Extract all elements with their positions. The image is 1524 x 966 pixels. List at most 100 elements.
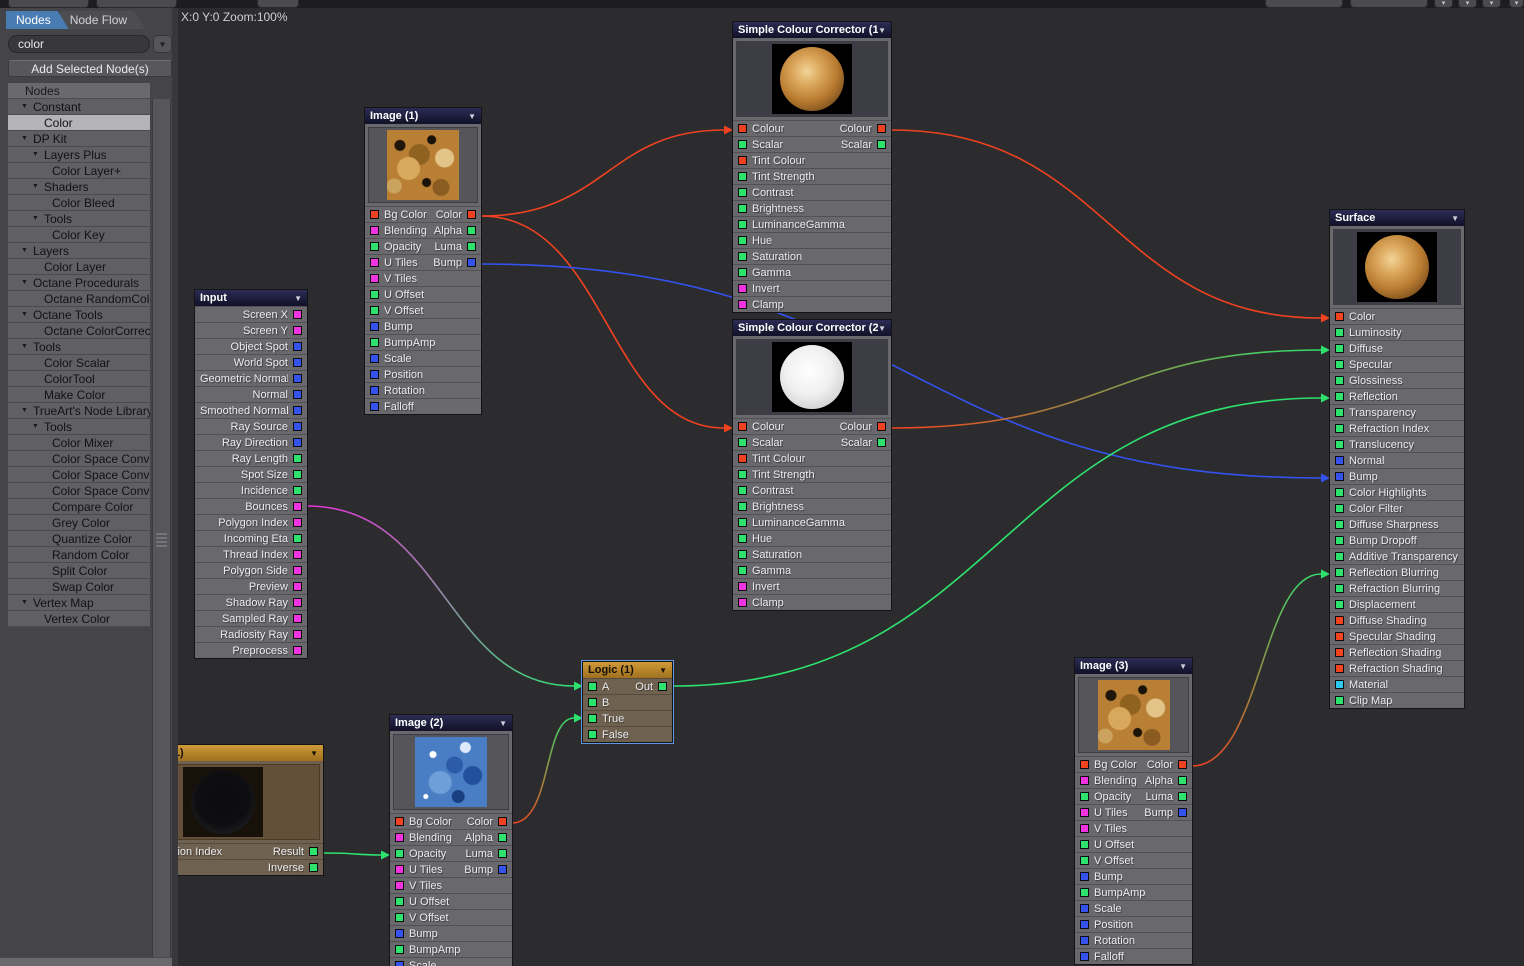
input-port-colour[interactable]: Colour: [738, 421, 784, 433]
sidebar-item-compare-color[interactable]: Compare Color: [8, 499, 150, 515]
output-port-bump[interactable]: Bump: [1144, 807, 1187, 819]
node-menu-arrow-icon[interactable]: ▼: [1179, 662, 1187, 671]
output-port-icon[interactable]: [293, 310, 302, 319]
node-title-bar[interactable]: Image (2)▼: [390, 715, 512, 731]
output-port-icon[interactable]: [498, 833, 507, 842]
input-port-icon[interactable]: [395, 913, 404, 922]
output-port-icon[interactable]: [1178, 792, 1187, 801]
output-port-icon[interactable]: [1178, 776, 1187, 785]
output-port-preprocess[interactable]: Preprocess: [232, 645, 302, 657]
input-port-gamma[interactable]: Gamma: [738, 267, 791, 279]
tab-nodes[interactable]: Nodes: [6, 11, 69, 29]
output-port-icon[interactable]: [293, 550, 302, 559]
input-port-icon[interactable]: [1080, 888, 1089, 897]
sidebar-item-dp-kit[interactable]: ▼DP Kit: [8, 131, 150, 147]
output-port-icon[interactable]: [467, 226, 476, 235]
input-port-b[interactable]: B: [588, 697, 609, 709]
input-port-icon[interactable]: [738, 220, 747, 229]
input-port-icon[interactable]: [588, 730, 597, 739]
input-port-scalar[interactable]: Scalar: [738, 437, 783, 449]
sidebar-item-vertex-map[interactable]: ▼Vertex Map: [8, 595, 150, 611]
node-title-bar[interactable]: Image (1)▼: [365, 108, 481, 124]
input-port-icon[interactable]: [370, 322, 379, 331]
input-port-v-offset[interactable]: V Offset: [370, 305, 424, 317]
output-port-screen-x[interactable]: Screen X: [243, 309, 302, 321]
output-port-icon[interactable]: [467, 258, 476, 267]
output-port-alpha[interactable]: Alpha: [434, 225, 476, 237]
input-port-u-offset[interactable]: U Offset: [395, 896, 449, 908]
input-port-icon[interactable]: [1335, 488, 1344, 497]
output-port-smoothed-normal[interactable]: Smoothed Normal: [200, 405, 302, 417]
input-port-v-tiles[interactable]: V Tiles: [395, 880, 442, 892]
output-port-incoming-eta[interactable]: Incoming Eta: [224, 533, 302, 545]
sidebar-item-layers[interactable]: ▼Layers: [8, 243, 150, 259]
node-input[interactable]: Input▼Screen XScreen YObject SpotWorld S…: [195, 290, 307, 658]
output-port-ray-length[interactable]: Ray Length: [232, 453, 302, 465]
toolbar-button-stub[interactable]: [8, 0, 89, 8]
output-port-spot-size[interactable]: Spot Size: [241, 469, 302, 481]
input-port-icon[interactable]: [1335, 568, 1344, 577]
output-port-icon[interactable]: [293, 454, 302, 463]
input-port-icon[interactable]: [738, 454, 747, 463]
node-image-2[interactable]: Image (2)▼Bg ColorColorBlendingAlphaOpac…: [390, 715, 512, 966]
input-port-icon[interactable]: [738, 156, 747, 165]
output-port-shadow-ray[interactable]: Shadow Ray: [226, 597, 302, 609]
node-graph-canvas[interactable]: X:0 Y:0 Zoom:100% Input▼Screen XScreen Y…: [178, 8, 1524, 966]
output-port-ray-direction[interactable]: Ray Direction: [222, 437, 302, 449]
output-port-ray-source[interactable]: Ray Source: [231, 421, 302, 433]
output-port-inverse[interactable]: Inverse: [268, 862, 318, 874]
sidebar-vertical-scrollbar[interactable]: [152, 99, 171, 959]
input-port-icon[interactable]: [1080, 776, 1089, 785]
input-port-v-tiles[interactable]: V Tiles: [1080, 823, 1127, 835]
input-port-icon[interactable]: [370, 354, 379, 363]
input-port-rotation[interactable]: Rotation: [1080, 935, 1135, 947]
output-port-color[interactable]: Color: [1147, 759, 1187, 771]
input-port-scale[interactable]: Scale: [1080, 903, 1122, 915]
input-port-bump[interactable]: Bump: [1335, 471, 1378, 483]
node-title-bar[interactable]: Image (3)▼: [1075, 658, 1192, 674]
output-port-bounces[interactable]: Bounces: [245, 501, 302, 513]
output-port-result[interactable]: Result: [273, 846, 318, 858]
input-port-icon[interactable]: [1335, 648, 1344, 657]
sidebar-item-color-layer[interactable]: Color Layer: [8, 259, 150, 275]
output-port-icon[interactable]: [467, 242, 476, 251]
input-port-contrast[interactable]: Contrast: [738, 187, 794, 199]
output-port-icon[interactable]: [467, 210, 476, 219]
toolbar-button-stub[interactable]: ▾: [1509, 0, 1524, 8]
input-port-additive-transparency[interactable]: Additive Transparency: [1335, 551, 1458, 563]
input-port-icon[interactable]: [1335, 328, 1344, 337]
output-port-icon[interactable]: [293, 630, 302, 639]
input-port-icon[interactable]: [738, 204, 747, 213]
input-port-icon[interactable]: [738, 534, 747, 543]
output-port-icon[interactable]: [293, 646, 302, 655]
sidebar-item-constant[interactable]: ▼Constant: [8, 99, 150, 115]
sidebar-item-color-layer[interactable]: Color Layer+: [8, 163, 150, 179]
wire-image1-color-to-scc1-colour[interactable]: [481, 130, 724, 216]
input-port-icon[interactable]: [1335, 520, 1344, 529]
output-port-alpha[interactable]: Alpha: [1145, 775, 1187, 787]
sidebar-item-color-space-convert-c[interactable]: Color Space Convert C: [8, 451, 150, 467]
input-port-bg-color[interactable]: Bg Color: [1080, 759, 1137, 771]
output-port-color[interactable]: Color: [436, 209, 476, 221]
output-port-icon[interactable]: [293, 598, 302, 607]
input-port-v-offset[interactable]: V Offset: [395, 912, 449, 924]
input-port-saturation[interactable]: Saturation: [738, 251, 802, 263]
input-port-icon[interactable]: [1080, 824, 1089, 833]
input-port-falloff[interactable]: Falloff: [370, 401, 414, 413]
sidebar-item-quantize-color[interactable]: Quantize Color: [8, 531, 150, 547]
input-port-icon[interactable]: [370, 242, 379, 251]
input-port-tint-strength[interactable]: Tint Strength: [738, 171, 815, 183]
input-port-true[interactable]: True: [588, 713, 624, 725]
sidebar-item-split-color[interactable]: Split Color: [8, 563, 150, 579]
input-port-refraction-index[interactable]: Refraction Index: [1335, 423, 1429, 435]
input-port-reflection[interactable]: Reflection: [1335, 391, 1398, 403]
input-port-color-highlights[interactable]: Color Highlights: [1335, 487, 1427, 499]
input-port-icon[interactable]: [1080, 904, 1089, 913]
output-port-icon[interactable]: [498, 817, 507, 826]
input-port-icon[interactable]: [738, 486, 747, 495]
wire-image1-color-to-scc2-colour[interactable]: [481, 216, 724, 428]
input-port-icon[interactable]: [395, 961, 404, 966]
output-port-colour[interactable]: Colour: [840, 123, 886, 135]
output-port-world-spot[interactable]: World Spot: [234, 357, 302, 369]
sidebar-item-random-color[interactable]: Random Color: [8, 547, 150, 563]
